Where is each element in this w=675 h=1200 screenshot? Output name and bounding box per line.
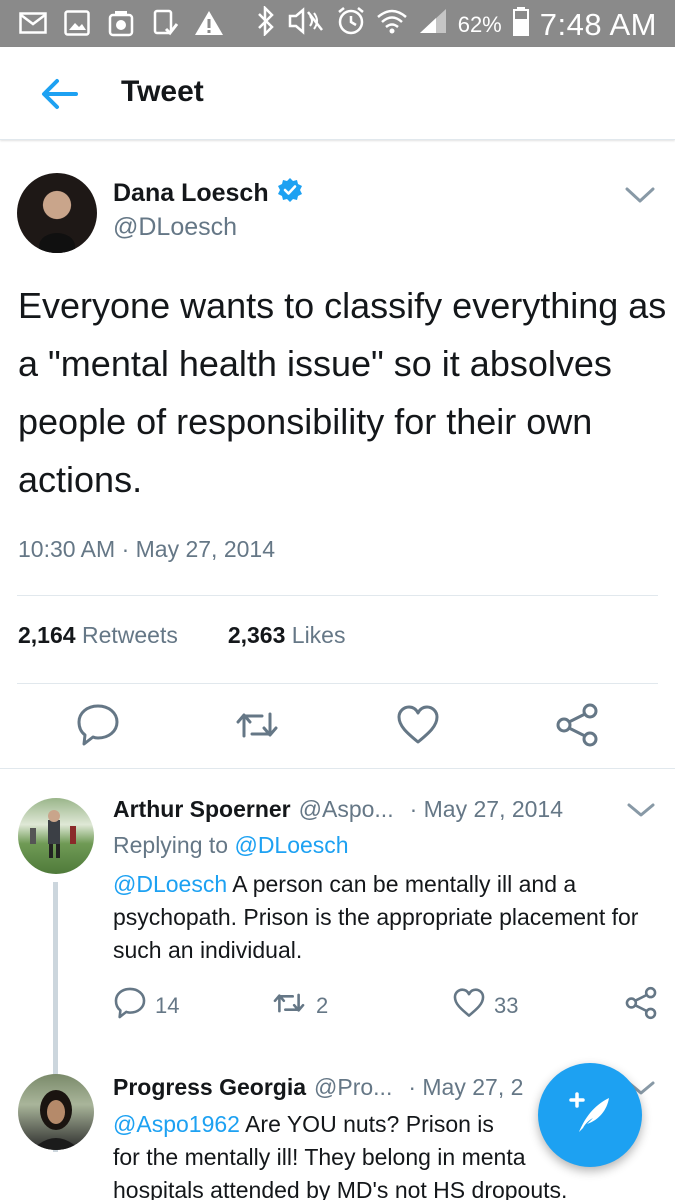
- retweets-stat[interactable]: 2,164 Retweets: [18, 622, 178, 649]
- mute-icon: [286, 6, 326, 44]
- reply-author-name[interactable]: Progress Georgia: [113, 1074, 306, 1101]
- battery-percentage: 62%: [457, 12, 502, 37]
- tweet-stats: 2,164 Retweets 2,363 Likes: [18, 622, 345, 649]
- reply-header: Progress Georgia @Pro... · May 27, 2: [113, 1074, 523, 1101]
- signal-icon: [418, 7, 448, 43]
- compose-tweet-button[interactable]: [538, 1063, 642, 1167]
- status-bar: 62% 7:48 AM: [0, 0, 675, 47]
- mention-link[interactable]: @Aspo1962: [113, 1111, 240, 1137]
- phone-check-icon: [150, 9, 180, 37]
- divider: [17, 595, 658, 596]
- replying-to-link[interactable]: @DLoesch: [234, 832, 348, 858]
- wifi-icon: [376, 7, 408, 43]
- reply-text: @DLoesch A person can be mentally ill an…: [113, 868, 658, 967]
- reply-icon: [113, 986, 147, 1026]
- replying-to-label: Replying to: [113, 832, 229, 858]
- retweets-label: Retweets: [81, 622, 178, 648]
- status-time: 7:48 AM: [539, 7, 657, 42]
- share-icon[interactable]: [554, 702, 600, 748]
- chevron-down-icon[interactable]: [624, 184, 656, 206]
- reply-count: 14: [155, 993, 180, 1018]
- like-icon[interactable]: [395, 702, 441, 748]
- likes-label: Likes: [291, 622, 346, 648]
- bluetooth-icon: [256, 4, 276, 44]
- retweet-count: 2: [316, 993, 329, 1018]
- share-button[interactable]: [624, 986, 658, 1026]
- avatar[interactable]: [18, 1074, 94, 1150]
- author-name-row[interactable]: Dana Loesch: [113, 177, 303, 210]
- divider: [17, 683, 658, 684]
- reply-actions: 14 2 33: [0, 986, 675, 1026]
- retweet-icon[interactable]: [234, 702, 280, 748]
- reply-button[interactable]: 14: [113, 986, 179, 1026]
- back-arrow-icon[interactable]: [40, 77, 80, 111]
- author-handle[interactable]: @DLoesch: [113, 213, 237, 242]
- reply-date: · May 27, 2014: [409, 796, 564, 822]
- reply-author-handle[interactable]: @Aspo...: [299, 796, 394, 823]
- tweet-actions: [0, 700, 675, 760]
- likes-count: 2,363: [227, 622, 286, 648]
- warning-icon: [194, 9, 224, 37]
- image-icon: [62, 9, 92, 37]
- like-icon: [452, 986, 486, 1026]
- reply-header: Arthur Spoerner @Aspo... · May 27, 2014: [113, 796, 563, 823]
- reply-author-name[interactable]: Arthur Spoerner: [113, 796, 291, 823]
- divider: [0, 768, 675, 769]
- mail-icon: [18, 9, 48, 37]
- like-count: 33: [494, 993, 519, 1018]
- app-header: Tweet: [0, 47, 675, 140]
- reply-date: · May 27, 2: [408, 1074, 524, 1100]
- page-title: Tweet: [121, 75, 204, 108]
- tweet-timestamp: 10:30 AM · May 27, 2014: [18, 536, 275, 562]
- retweet-icon: [270, 986, 308, 1026]
- avatar[interactable]: [18, 798, 94, 874]
- replying-to: Replying to @DLoesch: [113, 832, 349, 859]
- reply-icon[interactable]: [75, 702, 121, 748]
- alarm-icon: [336, 6, 366, 44]
- compose-tweet-icon: [565, 1088, 615, 1143]
- author-name: Dana Loesch: [113, 179, 269, 207]
- retweets-count: 2,164: [18, 622, 76, 648]
- like-button[interactable]: 33: [452, 986, 518, 1026]
- share-icon: [624, 986, 658, 1026]
- app-icon: [106, 9, 136, 37]
- chevron-down-icon[interactable]: [626, 800, 656, 820]
- mention-link[interactable]: @DLoesch: [113, 871, 227, 897]
- retweet-button[interactable]: 2: [270, 986, 328, 1026]
- avatar[interactable]: [17, 173, 97, 253]
- verified-icon: [277, 177, 303, 210]
- reply-line: hospitals attended by MD's not HS dropou…: [113, 1177, 568, 1200]
- battery-icon: [512, 6, 530, 44]
- reply-body: Are YOU nuts? Prison is: [239, 1111, 494, 1137]
- likes-stat[interactable]: 2,363 Likes: [228, 622, 346, 649]
- reply-author-handle[interactable]: @Pro...: [314, 1074, 392, 1101]
- tweet-text: Everyone wants to classify everything as…: [18, 285, 667, 500]
